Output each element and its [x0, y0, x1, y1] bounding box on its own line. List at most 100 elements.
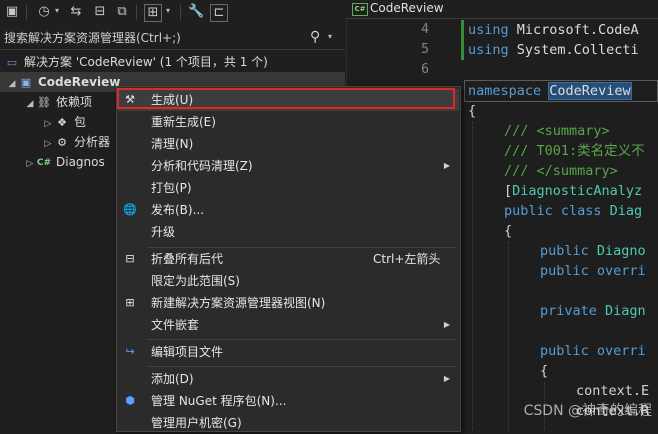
menu-label: 重新生成(E)	[151, 115, 216, 129]
collapse-all-icon[interactable]: ⊟	[92, 4, 108, 20]
code-keyword: using	[468, 22, 509, 38]
menu-label: 发布(B)...	[151, 203, 205, 217]
menu-item-new-view[interactable]: ⊞ 新建解决方案资源管理器视图(N)	[118, 292, 459, 314]
csharp-file-icon: C#	[36, 157, 52, 168]
code-line: private Diagn	[540, 301, 646, 321]
code-text: {	[504, 223, 513, 239]
code-line: using Microsoft.CodeA	[468, 20, 639, 40]
menu-label: 管理用户机密(G)	[151, 416, 242, 430]
code-line: [DiagnosticAnalyz	[504, 181, 642, 201]
tree-item-solution[interactable]: ▭ 解决方案 'CodeReview' (1 个项目，共 1 个)	[4, 52, 268, 72]
code-keyword: public	[540, 243, 589, 259]
menu-item-pack[interactable]: 打包(P)	[118, 177, 459, 199]
filter-icon[interactable]: ⊞	[144, 4, 162, 22]
menu-item-manage-nuget[interactable]: ⬢ 管理 NuGet 程序包(N)...	[118, 390, 459, 412]
properties-wrench-icon[interactable]: 🔧	[188, 4, 204, 20]
code-line: /// </summary>	[504, 161, 618, 181]
change-marker	[461, 20, 464, 60]
sync-icon[interactable]: ⇆	[68, 4, 84, 20]
submenu-arrow-icon: ▶	[443, 320, 450, 329]
package-icon: ❖	[57, 115, 67, 129]
file-label: Diagnos	[56, 155, 105, 169]
collapsed-arrow-icon[interactable]: ▷	[24, 154, 36, 174]
history-icon[interactable]: ◷	[36, 4, 52, 20]
menu-label: 分析和代码清理(Z)	[151, 159, 253, 173]
menu-separator	[147, 339, 456, 340]
search-input[interactable]	[4, 27, 304, 49]
toolbar-separator	[180, 5, 181, 20]
code-line: namespace CodeReview	[468, 81, 632, 101]
code-line: /// <summary>	[504, 121, 610, 141]
project-label: CodeReview	[38, 75, 121, 89]
tree-item-analyzers[interactable]: ▷ ⚙ 分析器	[0, 132, 110, 152]
menu-item-edit-project[interactable]: ↪ 编辑项目文件	[118, 341, 459, 363]
menu-label: 新建解决方案资源管理器视图(N)	[151, 296, 326, 310]
menu-item-analyze[interactable]: 分析和代码清理(Z) ▶	[118, 155, 459, 177]
code-line: context.E	[576, 381, 649, 401]
menu-label: 编辑项目文件	[151, 345, 224, 359]
chevron-down-icon[interactable]: ▾	[55, 6, 59, 15]
code-text: System.Collecti	[508, 42, 639, 58]
line-number: 5	[421, 42, 429, 57]
preview-icon[interactable]: ⊏	[210, 4, 228, 22]
menu-item-upgrade[interactable]: 升级	[118, 221, 459, 243]
csharp-project-icon: ▣	[20, 75, 32, 89]
code-text: CodeReview	[548, 82, 632, 100]
indent-guide	[508, 242, 509, 430]
menu-item-file-nesting[interactable]: 文件嵌套 ▶	[118, 314, 459, 336]
editor-tab[interactable]: C# CodeReview	[346, 0, 658, 19]
line-number: 4	[421, 22, 429, 37]
highlight-box	[117, 88, 455, 109]
analyzers-label: 分析器	[74, 135, 111, 149]
csharp-file-icon: C#	[352, 3, 368, 16]
code-line: public overri	[540, 341, 646, 361]
tree-item-file[interactable]: ▷ C# Diagnos	[0, 152, 105, 172]
expand-arrow-icon[interactable]: ◢	[24, 94, 36, 114]
menu-item-add[interactable]: 添加(D) ▶	[118, 368, 459, 390]
menu-item-user-secrets[interactable]: 管理用户机密(G)	[118, 412, 459, 434]
code-comment: /// </summary>	[504, 163, 618, 179]
menu-item-collapse-all[interactable]: ⊟ 折叠所有后代 Ctrl+左箭头	[118, 248, 459, 270]
tree-item-packages[interactable]: ▷ ❖ 包	[0, 112, 86, 132]
solution-explorer-toolbar: ▣ ◷ ▾ ⇆ ⊟ ⧉ ⊞ ▾ 🔧 ⊏	[0, 0, 345, 26]
code-line: /// T001:类名定义不	[504, 141, 645, 161]
nuget-icon: ⬢	[125, 394, 135, 407]
show-all-files-icon[interactable]: ⧉	[114, 4, 130, 20]
packages-label: 包	[74, 115, 87, 129]
chevron-down-icon[interactable]: ▾	[328, 32, 332, 41]
collapsed-arrow-icon[interactable]: ▷	[42, 134, 54, 154]
search-icon[interactable]: ⚲	[310, 29, 320, 45]
code-line: using System.Collecti	[468, 40, 639, 60]
watermark: CSDN @神奇的编程	[523, 403, 652, 419]
submenu-arrow-icon: ▶	[443, 161, 450, 170]
code-text: {	[468, 103, 477, 119]
menu-label: 清理(N)	[151, 137, 194, 151]
menu-item-rebuild[interactable]: 重新生成(E)	[118, 111, 459, 133]
code-line: public overri	[540, 261, 646, 281]
menu-label: 折叠所有后代	[151, 252, 224, 266]
line-number: 6	[421, 62, 429, 77]
dependencies-label: 依赖项	[56, 95, 93, 109]
collapsed-arrow-icon[interactable]: ▷	[42, 114, 54, 134]
tree-item-dependencies[interactable]: ◢ ⛓ 依赖项	[0, 92, 92, 112]
menu-shortcut: Ctrl+左箭头	[373, 252, 441, 266]
code-text: [	[504, 183, 513, 199]
analyzer-icon: ⚙	[57, 135, 67, 149]
code-type: Diagno	[588, 243, 646, 259]
menu-label: 限定为此范围(S)	[151, 274, 240, 288]
chevron-down-icon[interactable]: ▾	[166, 6, 170, 15]
dependencies-icon: ⛓	[37, 95, 51, 109]
code-text: Microsoft.CodeA	[508, 22, 639, 38]
switch-views-icon[interactable]: ▣	[4, 4, 20, 20]
code-keyword: public class	[504, 203, 602, 219]
code-text: {	[540, 363, 549, 379]
menu-label: 打包(P)	[151, 181, 192, 195]
solution-explorer-search: ⚲ ▾	[0, 27, 345, 50]
code-keyword: namespace	[468, 83, 542, 99]
menu-item-publish[interactable]: 🌐 发布(B)...	[118, 199, 459, 221]
tab-label: CodeReview	[370, 1, 444, 15]
menu-item-scope[interactable]: 限定为此范围(S)	[118, 270, 459, 292]
code-type: Diagn	[596, 303, 646, 319]
expand-arrow-icon[interactable]: ◢	[6, 74, 18, 94]
menu-item-clean[interactable]: 清理(N)	[118, 133, 459, 155]
